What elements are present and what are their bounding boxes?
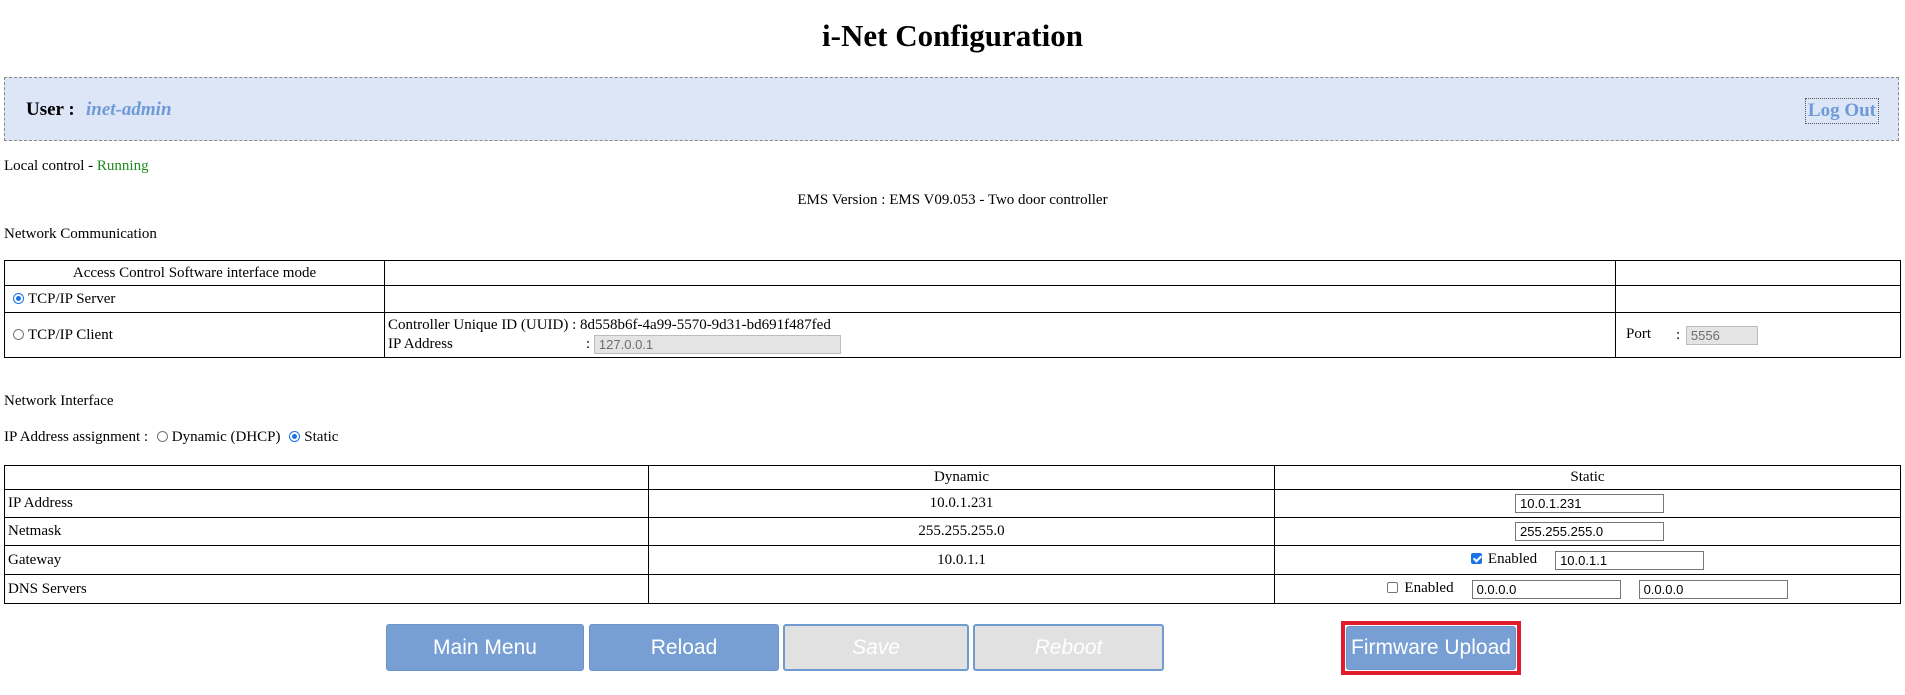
- tcp-server-radio[interactable]: [13, 292, 24, 304]
- dns-primary-input[interactable]: 0.0.0.0: [1471, 579, 1621, 599]
- ip-colon: :: [586, 335, 591, 352]
- gateway-dynamic-value: 10.0.1.1: [648, 545, 1275, 575]
- ip-row-label: IP Address: [4, 489, 649, 518]
- logout-link[interactable]: Log Out: [1804, 98, 1879, 124]
- static-radio[interactable]: [289, 431, 301, 442]
- ip-address-label: IP Address: [388, 335, 453, 352]
- static-label: Static: [304, 429, 339, 445]
- gateway-enabled-checkbox[interactable]: [1470, 553, 1482, 565]
- static-gateway-input[interactable]: 10.0.1.1: [1555, 550, 1705, 570]
- mode-header: Access Control Software interface mode: [4, 260, 385, 286]
- netmask-dynamic-value: 255.255.255.0: [648, 517, 1275, 546]
- ip-assignment-row: IP Address assignment : Dynamic (DHCP) S…: [4, 429, 338, 446]
- tcp-server-option[interactable]: TCP/IP Server: [4, 285, 385, 313]
- ip-dynamic-value: 10.0.1.231: [648, 489, 1275, 518]
- uuid-value: 8d558b6f-4a99-5570-9d31-bd691f487fed: [580, 316, 831, 333]
- page-title: i-Net Configuration: [822, 18, 1083, 53]
- port-colon: :: [1676, 326, 1681, 343]
- port-label: Port: [1626, 326, 1652, 343]
- network-interface-table: Dynamic Static IP Address 10.0.1.231 10.…: [4, 465, 1901, 604]
- gateway-enabled-label: Enabled: [1487, 551, 1538, 568]
- gateway-row-label: Gateway: [4, 545, 649, 575]
- network-interface-title: Network Interface: [4, 393, 114, 409]
- network-communication-title: Network Communication: [4, 226, 157, 242]
- static-column-header: Static: [1274, 465, 1901, 490]
- ip-assignment-label: IP Address assignment :: [4, 429, 149, 445]
- tcp-client-option[interactable]: TCP/IP Client: [4, 312, 385, 358]
- reboot-button[interactable]: Reboot: [973, 624, 1164, 671]
- port-cell: Port: 5556: [1615, 312, 1901, 358]
- dhcp-radio[interactable]: [156, 431, 168, 442]
- firmware-upload-button[interactable]: Firmware Upload: [1346, 626, 1516, 670]
- dns-enabled-label: Enabled: [1404, 580, 1454, 597]
- tcp-client-label: TCP/IP Client: [28, 326, 113, 343]
- network-communication-table: Access Control Software interface mode T…: [4, 260, 1901, 358]
- uuid-label: Controller Unique ID (UUID) :: [388, 316, 577, 333]
- page: i-Net Configuration User : inet-admin Lo…: [0, 0, 1905, 695]
- user-label: User :: [26, 99, 75, 120]
- ems-version: EMS Version : EMS V09.053 - Two door con…: [797, 192, 1108, 208]
- port-input[interactable]: 5556: [1685, 325, 1758, 345]
- dhcp-label: Dynamic (DHCP): [171, 429, 281, 445]
- dns-enabled-checkbox[interactable]: [1387, 582, 1399, 594]
- dns-row-label: DNS Servers: [4, 574, 649, 604]
- local-control-value: Running: [96, 158, 149, 174]
- static-ip-input[interactable]: 10.0.1.231: [1515, 494, 1664, 513]
- dynamic-column-header: Dynamic: [648, 465, 1275, 490]
- save-button[interactable]: Save: [783, 624, 969, 671]
- client-ip-input[interactable]: 127.0.0.1: [593, 335, 841, 355]
- tcp-server-label: TCP/IP Server: [28, 290, 116, 307]
- user-name: inet-admin: [86, 99, 172, 120]
- tcp-client-radio[interactable]: [13, 328, 24, 340]
- dns-dynamic-value: [648, 574, 1275, 604]
- user-bar: User : inet-admin Log Out: [4, 77, 1899, 141]
- local-control-label: Local control -: [4, 158, 94, 174]
- dns-secondary-input[interactable]: 0.0.0.0: [1638, 579, 1788, 599]
- header-blank: [4, 465, 649, 490]
- static-netmask-input[interactable]: 255.255.255.0: [1515, 522, 1664, 541]
- netmask-row-label: Netmask: [4, 517, 649, 546]
- reload-button[interactable]: Reload: [589, 624, 779, 671]
- client-settings: Controller Unique ID (UUID) : 8d558b6f-4…: [384, 312, 1616, 358]
- local-control-status: Local control - Running: [4, 158, 149, 175]
- main-menu-button[interactable]: Main Menu: [386, 624, 584, 671]
